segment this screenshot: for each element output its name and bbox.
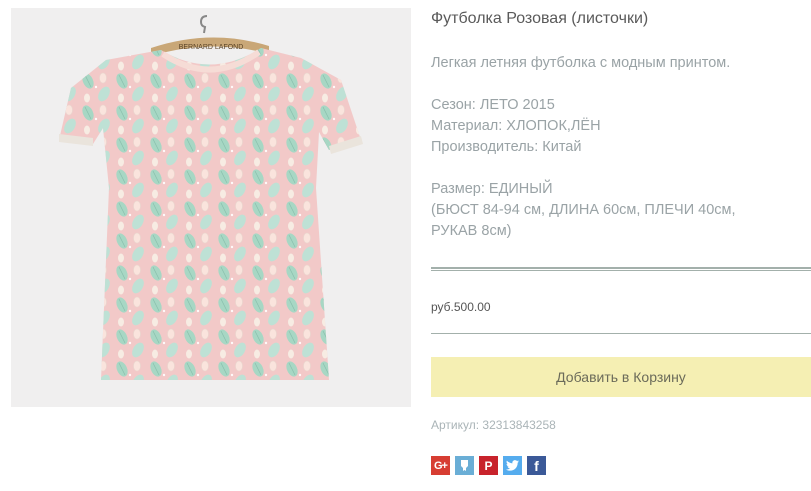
product-price: руб.500.00: [431, 300, 491, 314]
pinterest-icon: P: [484, 458, 493, 473]
divider: [431, 267, 811, 271]
description-manufacturer: Производитель: Китай: [431, 139, 582, 155]
product-image[interactable]: BERNARD LAFOND: [11, 8, 411, 407]
description-material: Материал: ХЛОПОК,ЛЁН: [431, 118, 601, 134]
google-plus-icon: G+: [434, 459, 448, 472]
description-size: Размер: ЕДИНЫЙ: [431, 181, 553, 197]
divider: [431, 333, 811, 334]
product-sku: Артикул: 32313843258: [431, 418, 556, 432]
description-season: Сезон: ЛЕТО 2015: [431, 97, 555, 113]
tshirt-illustration: BERNARD LAFOND: [11, 8, 411, 407]
product-description: Легкая летняя футболка с модным принтом.…: [431, 53, 736, 242]
description-measurements-2: РУКАВ 8см): [431, 223, 512, 239]
twitter-icon: [506, 460, 519, 471]
pinterest-share-button[interactable]: P: [479, 456, 498, 475]
description-tagline: Легкая летняя футболка с модным принтом.: [431, 55, 731, 71]
myworld-share-button[interactable]: [455, 456, 474, 475]
hanger-label: BERNARD LAFOND: [179, 44, 244, 51]
google-plus-share-button[interactable]: G+: [431, 456, 450, 475]
share-buttons: G+ P f: [431, 456, 546, 475]
add-to-cart-button[interactable]: Добавить в Корзину: [431, 357, 811, 397]
facebook-icon: f: [534, 457, 539, 474]
twitter-share-button[interactable]: [503, 456, 522, 475]
product-title: Футболка Розовая (листочки): [431, 10, 649, 27]
myworld-icon: [461, 460, 468, 471]
description-measurements-1: (БЮСТ 84-94 см, ДЛИНА 60см, ПЛЕЧИ 40см,: [431, 202, 736, 218]
facebook-share-button[interactable]: f: [527, 456, 546, 475]
